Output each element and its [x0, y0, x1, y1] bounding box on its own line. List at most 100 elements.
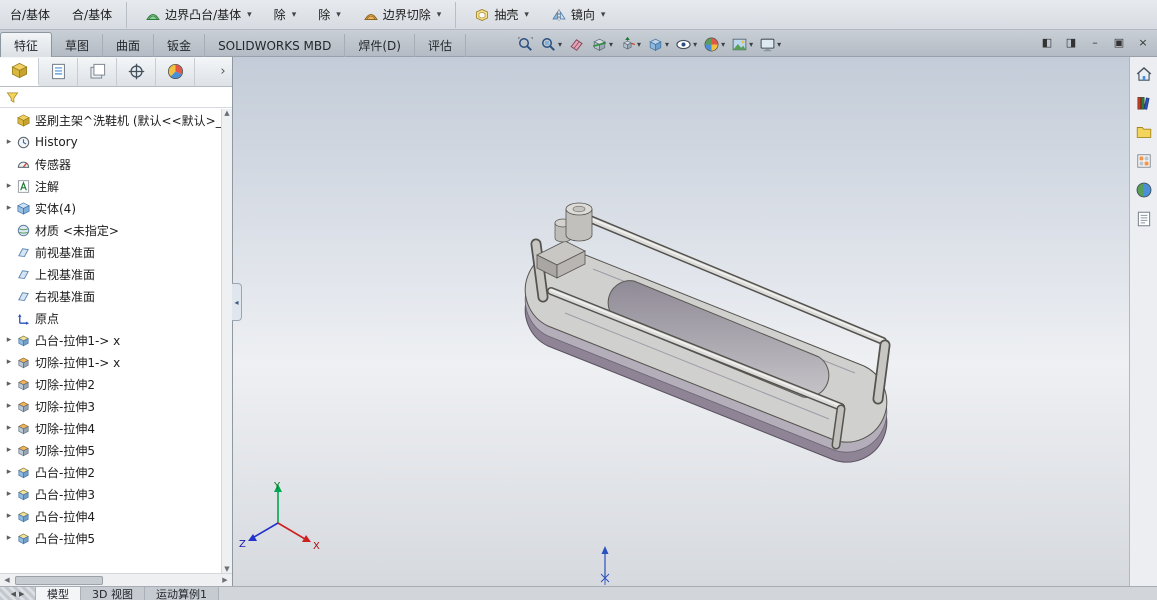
dropdown-caret-icon[interactable]: ▾	[437, 10, 442, 20]
expand-arrow-icon[interactable]: ▸	[3, 445, 15, 455]
graphics-viewport[interactable]: Y X Z	[233, 57, 1129, 586]
dropdown-caret-icon[interactable]: ▾	[558, 40, 562, 49]
previous-view-button[interactable]: ▾	[566, 33, 587, 55]
tree-horizontal-scrollbar[interactable]: ◀ ▶	[0, 573, 232, 586]
view-settings-button[interactable]: ▾	[757, 33, 783, 55]
ribbon-tab-0[interactable]: 特征	[0, 32, 53, 57]
expand-arrow-icon[interactable]: ▸	[3, 335, 15, 345]
dropdown-caret-icon[interactable]: ▾	[693, 40, 697, 49]
ribbon-tab-3[interactable]: 钣金	[154, 34, 206, 57]
tree-item-17[interactable]: ▸ 凸台-拉伸4	[0, 505, 221, 527]
dropdown-caret-icon[interactable]: ▾	[524, 10, 529, 20]
tree-item-0[interactable]: ▸ History	[0, 131, 221, 153]
dropdown-caret-icon[interactable]: ▾	[749, 40, 753, 49]
tree-item-4[interactable]: ▸ 材质 <未指定>	[0, 219, 221, 241]
dropdown-caret-icon[interactable]: ▾	[292, 10, 297, 20]
expand-arrow-icon[interactable]: ▸	[3, 423, 15, 433]
tree-item-10[interactable]: ▸ 切除-拉伸1-> x	[0, 351, 221, 373]
tree-item-5[interactable]: ▸ 前视基准面	[0, 241, 221, 263]
displaymanager-tab[interactable]	[156, 57, 195, 86]
expand-arrow-icon[interactable]: ▸	[3, 467, 15, 477]
expand-arrow-icon[interactable]: ▸	[3, 379, 15, 389]
restore-button[interactable]: ▣	[1111, 34, 1127, 50]
expand-arrow-icon[interactable]: ▸	[3, 511, 15, 521]
ribbon-button-3[interactable]: 除 ▾	[270, 2, 301, 28]
panel-collapse-handle[interactable]: ◂	[232, 283, 242, 321]
model-3d[interactable]	[524, 202, 891, 463]
edit-appearance-button[interactable]: ▾	[701, 33, 727, 55]
scroll-left-icon[interactable]: ◀	[0, 576, 14, 584]
expand-arrow-icon[interactable]: ▸	[3, 489, 15, 499]
tree-item-1[interactable]: ▸ 传感器	[0, 153, 221, 175]
dropdown-caret-icon[interactable]: ▾	[637, 40, 641, 49]
home-button[interactable]	[1133, 63, 1155, 85]
tab-scroll-right-icon[interactable]: ▶	[19, 590, 24, 598]
view-orientation-button[interactable]: ▾	[617, 33, 643, 55]
ribbon-tab-6[interactable]: 评估	[415, 34, 466, 57]
tree-item-7[interactable]: ▸ 右视基准面	[0, 285, 221, 307]
tree-item-12[interactable]: ▸ 切除-拉伸3	[0, 395, 221, 417]
scroll-up-icon[interactable]: ▲	[224, 109, 229, 117]
ribbon-button-5[interactable]: 边界切除 ▾	[359, 1, 457, 28]
scroll-down-icon[interactable]: ▼	[224, 565, 229, 573]
tree-item-18[interactable]: ▸ 凸台-拉伸5	[0, 527, 221, 549]
expand-arrow-icon[interactable]: ▸	[3, 203, 15, 213]
tree-item-14[interactable]: ▸ 切除-拉伸5	[0, 439, 221, 461]
ribbon-tab-2[interactable]: 曲面	[103, 34, 155, 57]
ribbon-button-2[interactable]: 边界凸台/基体 ▾	[141, 2, 256, 28]
dropdown-caret-icon[interactable]: ▾	[777, 40, 781, 49]
custom-properties-button[interactable]	[1133, 208, 1155, 230]
ribbon-tab-1[interactable]: 草图	[52, 34, 104, 57]
tree-item-9[interactable]: ▸ 凸台-拉伸1-> x	[0, 329, 221, 351]
tree-filter-row[interactable]	[0, 87, 232, 108]
view-palette-button[interactable]	[1133, 150, 1155, 172]
configurationmanager-tab[interactable]	[78, 57, 117, 86]
tree-item-16[interactable]: ▸ 凸台-拉伸3	[0, 483, 221, 505]
tree-item-3[interactable]: ▸ 实体(4)	[0, 197, 221, 219]
zoom-to-area-button[interactable]: ▾	[538, 33, 564, 55]
zoom-to-fit-button[interactable]: ▾	[515, 33, 536, 55]
ribbon-button-4[interactable]: 除 ▾	[314, 2, 345, 28]
manager-tabs-overflow-button[interactable]: ›	[214, 64, 232, 79]
ribbon-tab-4[interactable]: SOLIDWORKS MBD	[205, 34, 346, 57]
scrollbar-thumb[interactable]	[15, 575, 103, 585]
file-explorer-button[interactable]	[1133, 121, 1155, 143]
document-tab-0[interactable]: 模型	[36, 587, 81, 600]
tab-scroll-area[interactable]: ◀ ▶	[0, 587, 36, 600]
tab-scroll-left-icon[interactable]: ◀	[11, 590, 16, 598]
design-library-button[interactable]	[1133, 92, 1155, 114]
ribbon-tab-5[interactable]: 焊件(D)	[345, 34, 415, 57]
tree-item-13[interactable]: ▸ 切除-拉伸4	[0, 417, 221, 439]
show-right-pane-button[interactable]: ◨	[1063, 34, 1079, 50]
close-button[interactable]: ×	[1135, 34, 1151, 50]
dropdown-caret-icon[interactable]: ▾	[609, 40, 613, 49]
dropdown-caret-icon[interactable]: ▾	[601, 10, 606, 20]
tree-root-item[interactable]: 竖刷主架^洗鞋机 (默认<<默认>_显	[0, 109, 221, 131]
tree-item-11[interactable]: ▸ 切除-拉伸2	[0, 373, 221, 395]
graphics-area[interactable]: Y X Z	[233, 57, 1129, 586]
document-tab-2[interactable]: 运动算例1	[144, 587, 219, 600]
display-style-button[interactable]: ▾	[645, 33, 671, 55]
tree-item-15[interactable]: ▸ 凸台-拉伸2	[0, 461, 221, 483]
ribbon-button-0[interactable]: 台/基体 ▾	[6, 2, 54, 28]
tree-item-8[interactable]: ▸ 原点	[0, 307, 221, 329]
expand-arrow-icon[interactable]: ▸	[3, 357, 15, 367]
ribbon-button-7[interactable]: 镜向 ▾	[547, 2, 610, 28]
expand-arrow-icon[interactable]: ▸	[3, 181, 15, 191]
tree-item-6[interactable]: ▸ 上视基准面	[0, 263, 221, 285]
dropdown-caret-icon[interactable]: ▾	[665, 40, 669, 49]
dropdown-caret-icon[interactable]: ▾	[721, 40, 725, 49]
hide-show-items-button[interactable]: ▾	[673, 33, 699, 55]
expand-arrow-icon[interactable]: ▸	[3, 401, 15, 411]
appearances-scenes-button[interactable]	[1133, 179, 1155, 201]
dropdown-caret-icon[interactable]: ▾	[336, 10, 341, 20]
expand-arrow-icon[interactable]: ▸	[3, 533, 15, 543]
section-view-button[interactable]: ▾	[589, 33, 615, 55]
document-tab-1[interactable]: 3D 视图	[81, 587, 145, 600]
tree-item-2[interactable]: ▸ 注解	[0, 175, 221, 197]
expand-arrow-icon[interactable]: ▸	[3, 137, 15, 147]
featuremanager-tab[interactable]	[0, 57, 39, 86]
scroll-right-icon[interactable]: ▶	[218, 576, 232, 584]
tree-vertical-scrollbar[interactable]: ▲ ▼	[221, 109, 232, 573]
dropdown-caret-icon[interactable]: ▾	[247, 10, 252, 20]
